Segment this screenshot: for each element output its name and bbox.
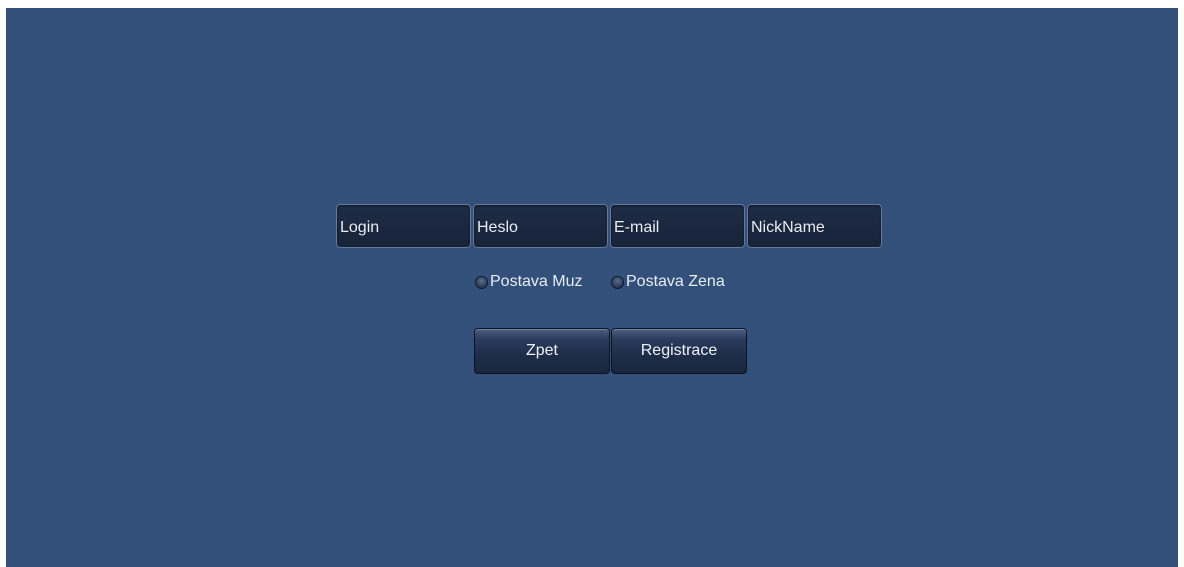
password-input[interactable]	[473, 204, 608, 248]
radio-button-icon[interactable]	[611, 275, 624, 289]
radio-button-icon[interactable]	[475, 275, 488, 289]
back-button[interactable]: Zpet	[474, 328, 610, 374]
email-input[interactable]	[610, 204, 745, 248]
register-button[interactable]: Registrace	[611, 328, 747, 374]
character-male-label: Postava Muz	[490, 273, 583, 290]
character-female-label: Postava Zena	[626, 273, 725, 290]
nickname-input[interactable]	[747, 204, 882, 248]
registration-screen: Postava Muz Postava Zena Zpet Registrace	[6, 8, 1178, 567]
character-male-toggle[interactable]: Postava Muz	[475, 272, 582, 292]
login-input[interactable]	[336, 204, 471, 248]
character-female-toggle[interactable]: Postava Zena	[611, 272, 725, 292]
